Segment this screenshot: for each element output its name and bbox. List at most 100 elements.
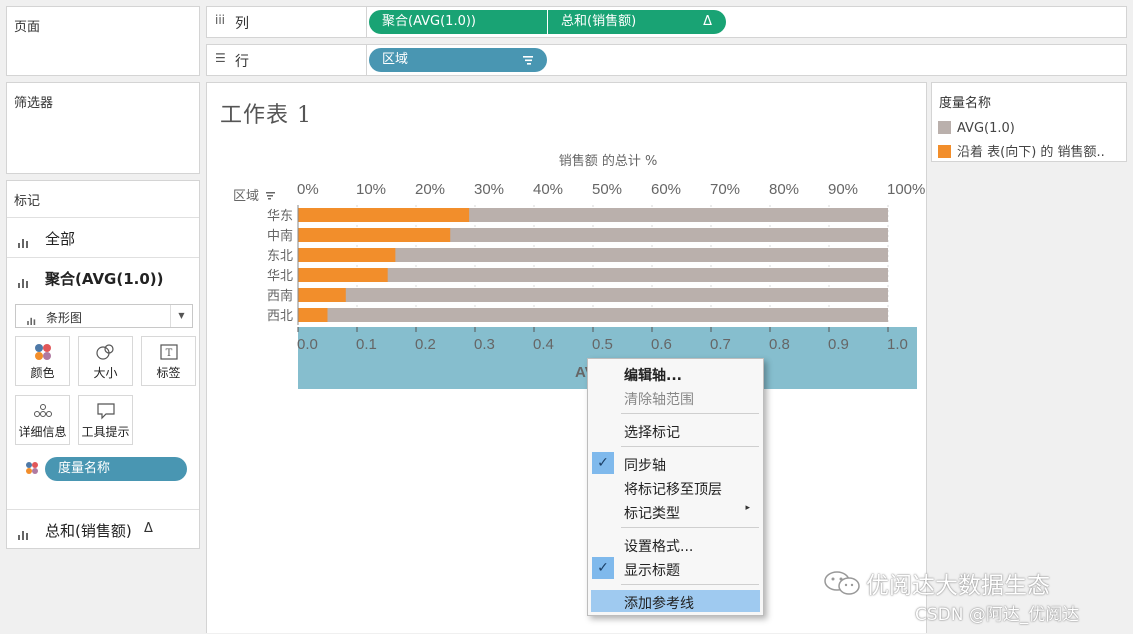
menu-item-label: 显示标题 (624, 563, 680, 579)
menu-item-label: 选择标记 (624, 425, 680, 441)
marks-tab-all[interactable]: 全部 (7, 217, 199, 257)
svg-text:T: T (165, 348, 172, 359)
category-label: 中南 (267, 228, 293, 244)
marks-tab-sum-sales[interactable]: 总和(销售额) Δ (7, 509, 199, 549)
tooltip-button[interactable]: 工具提示 (78, 395, 133, 445)
legend-item-percent-sales[interactable]: 沿着 表(向下) 的 销售额.. (938, 141, 1105, 160)
columns-pill-sum-sales[interactable]: 总和(销售额) Δ (548, 10, 726, 34)
bar-avg (298, 288, 888, 302)
color-button[interactable]: 颜色 (15, 336, 70, 386)
measure-names-pill[interactable]: 度量名称 (45, 457, 187, 481)
menu-format[interactable]: 设置格式... (591, 533, 760, 555)
category-label: 东北 (267, 249, 293, 264)
rows-shelf-header: ☰ 行 (207, 45, 367, 75)
legend-card: 度量名称 AVG(1.0) 沿着 表(向下) 的 销售额.. (931, 82, 1127, 162)
label-button-label: 标签 (156, 366, 181, 380)
category-label: 西北 (267, 309, 293, 324)
chevron-down-icon[interactable]: ▼ (170, 305, 192, 327)
filters-card[interactable]: 筛选器 (6, 82, 200, 174)
menu-select-marks[interactable]: 选择标记 (591, 419, 760, 441)
measure-names-pill-label: 度量名称 (58, 461, 111, 476)
tooltip-bubble-icon (79, 401, 132, 421)
columns-pill-avg[interactable]: 聚合(AVG(1.0)) (369, 10, 547, 34)
mark-type-value: 条形图 (46, 311, 83, 325)
watermark-brand: 优阅达大数据生态 (822, 566, 1050, 602)
bar-percent-sales (298, 308, 328, 322)
menu-move-marks-to-front[interactable]: 将标记移至顶层 (591, 476, 760, 498)
pages-title: 页面 (14, 20, 41, 35)
rows-shelf-label: 行 (235, 54, 249, 70)
legend-item-label: AVG(1.0) (957, 121, 1015, 136)
worksheet: 工作表 1 销售额 的总计 % 区域 0% 10% 20% 30% 40% 50% 60% 7… (206, 82, 927, 633)
bottom-tick-label: 0.0 (297, 336, 318, 353)
legend-item-avg[interactable]: AVG(1.0) (938, 121, 1015, 136)
top-tick-label: 50% (592, 181, 622, 198)
rows-pill-region[interactable]: 区域 (369, 48, 547, 72)
menu-show-header[interactable]: ✓ 显示标题 (591, 557, 760, 579)
columns-pill-avg-label: 聚合(AVG(1.0)) (382, 14, 476, 29)
menu-clear-axis-range[interactable]: 清除轴范围 (591, 386, 760, 408)
menu-item-label: 标记类型 (624, 506, 680, 522)
sort-icon (522, 48, 534, 81)
bar-percent-sales (298, 248, 396, 262)
checkmark-icon: ✓ (592, 452, 614, 474)
marks-tab-agg[interactable]: 聚合(AVG(1.0)) (7, 257, 199, 297)
bar-chart-icon (18, 273, 30, 288)
bottom-tick-label: 1.0 (887, 336, 908, 353)
category-label: 华东 (267, 209, 293, 224)
label-button[interactable]: T 标签 (141, 336, 196, 386)
columns-shelf-label: 列 (235, 16, 249, 32)
size-button-label: 大小 (93, 366, 118, 380)
rows-shelf[interactable]: ☰ 行 区域 (206, 44, 1127, 76)
marks-tab-all-label: 全部 (45, 230, 76, 248)
menu-item-label: 编辑轴... (624, 368, 682, 384)
bottom-tick-label: 0.3 (474, 336, 495, 353)
bar-avg (298, 308, 888, 322)
submenu-arrow-icon: ▸ (745, 503, 750, 513)
legend-item-label: 沿着 表(向下) 的 销售额.. (957, 145, 1105, 160)
watermark-line1: 优阅达大数据生态 (866, 573, 1050, 599)
top-tick-label: 40% (533, 181, 563, 198)
marks-card: 标记 全部 聚合(AVG(1.0)) 条形图 ▼ 颜色 大小 T 标签 详细信息 (6, 180, 200, 549)
color-button-label: 颜色 (30, 366, 55, 380)
top-tick-label: 100% (887, 181, 925, 198)
columns-shelf[interactable]: iii 列 聚合(AVG(1.0)) 总和(销售额) Δ (206, 6, 1127, 38)
top-axis-title[interactable]: 销售额 的总计 % (559, 153, 658, 169)
delta-icon: Δ (703, 14, 712, 29)
menu-item-label: 同步轴 (624, 458, 666, 474)
menu-synchronize-axis[interactable]: ✓ 同步轴 (591, 452, 760, 474)
legend-swatch (938, 121, 951, 134)
size-button[interactable]: 大小 (78, 336, 133, 386)
checkmark-icon: ✓ (592, 557, 614, 579)
bottom-tick-label: 0.9 (828, 336, 849, 353)
color-dots-icon (16, 342, 69, 362)
menu-add-reference-line[interactable]: 添加参考线 (591, 590, 760, 612)
row-header-region: 区域 (233, 189, 259, 204)
bar-percent-sales (298, 268, 388, 282)
mark-type-dropdown[interactable]: 条形图 ▼ (15, 304, 193, 328)
top-tick-label: 10% (356, 181, 386, 198)
marks-tab-agg-label: 聚合(AVG(1.0)) (45, 270, 164, 288)
sort-icon[interactable] (266, 192, 275, 200)
rows-pill-region-label: 区域 (382, 52, 409, 67)
marks-tab-sum-label: 总和(销售额) (45, 522, 132, 540)
bottom-tick-label: 0.1 (356, 336, 377, 353)
bottom-tick-label: 0.2 (415, 336, 436, 353)
wechat-logo-icon (822, 570, 862, 602)
bottom-tick-label: 0.6 (651, 336, 672, 353)
axis-context-menu: 编辑轴... 清除轴范围 选择标记 ✓ 同步轴 将标记移至顶层 标记类型 ▸ 设… (587, 358, 764, 616)
top-tick-label: 20% (415, 181, 445, 198)
pages-card[interactable]: 页面 (6, 6, 200, 76)
menu-edit-axis[interactable]: 编辑轴... (591, 362, 760, 384)
bar-chart-icon (18, 525, 30, 540)
bar-chart-icon (18, 233, 30, 248)
detail-button[interactable]: 详细信息 (15, 395, 70, 445)
rows-icon: ☰ (215, 51, 226, 65)
bar-percent-sales (298, 288, 346, 302)
color-dots-icon (25, 461, 39, 479)
top-tick-label: 60% (651, 181, 681, 198)
legend-swatch (938, 145, 951, 158)
top-tick-label: 30% (474, 181, 504, 198)
columns-pill-sum-label: 总和(销售额) (561, 14, 637, 29)
menu-mark-type[interactable]: 标记类型 ▸ (591, 500, 760, 522)
